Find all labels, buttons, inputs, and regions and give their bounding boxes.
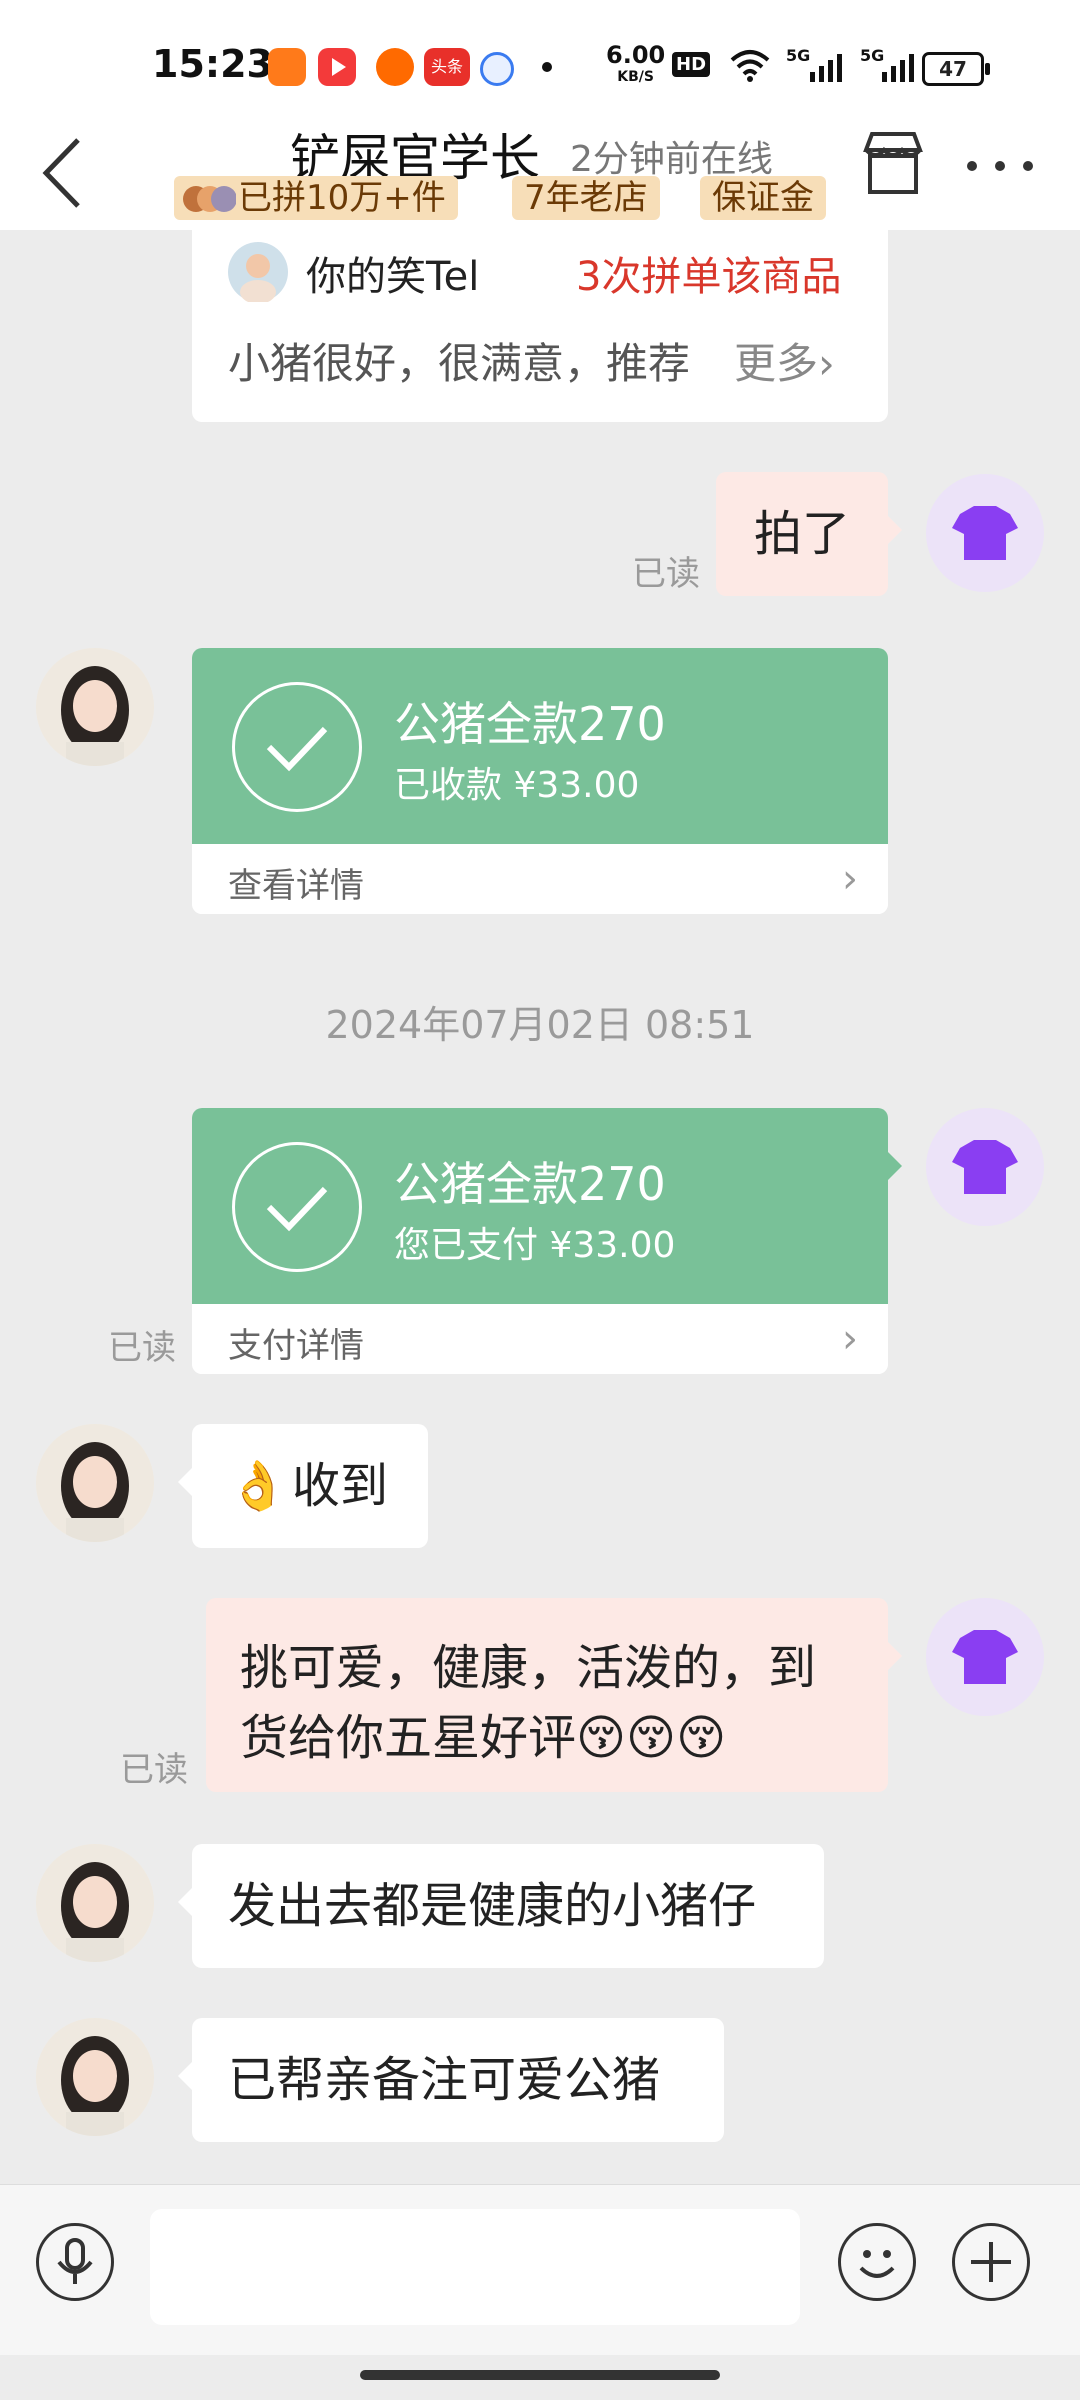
badge-sold-count: 已拼10万+件 xyxy=(174,176,458,220)
message-bubble-seller[interactable]: 发出去都是健康的小猪仔 xyxy=(178,1844,824,1968)
hd-badge: HD xyxy=(672,52,711,77)
review-text: 小猪很好，很满意，推荐 xyxy=(228,339,691,388)
payment-received-header: 公猪全款270 已收款 ¥33.00 xyxy=(192,648,888,844)
seller-avatar[interactable] xyxy=(36,1844,154,1962)
status-time: 15:23 xyxy=(152,42,273,86)
payment-sent-header: 公猪全款270 您已支付 ¥33.00 xyxy=(192,1108,888,1304)
ok-hand-emoji: 👌 xyxy=(228,1458,288,1514)
chevron-left-icon xyxy=(42,138,80,208)
microphone-icon xyxy=(57,2238,93,2284)
payment-sent-card[interactable]: 公猪全款270 您已支付 ¥33.00 支付详情 › xyxy=(192,1108,888,1374)
purchase-count: 3次拼单该商品 xyxy=(576,254,842,300)
payment-title: 公猪全款270 xyxy=(394,697,666,751)
badge-store-age: 7年老店 xyxy=(512,176,660,220)
chevron-right-icon: › xyxy=(842,1316,858,1362)
seller-avatar-image xyxy=(36,2018,154,2136)
payment-received-card[interactable]: 公猪全款270 已收款 ¥33.00 查看详情 › xyxy=(192,648,888,914)
seller-avatar-image xyxy=(36,648,154,766)
view-details-label: 查看详情 xyxy=(228,866,364,906)
message-input[interactable] xyxy=(150,2209,800,2325)
net-speed: 6.00 KB/S xyxy=(606,41,666,88)
online-status: 2分钟前在线 xyxy=(570,139,773,180)
bubble-tail xyxy=(888,1152,902,1180)
chevron-right-icon: › xyxy=(842,856,858,902)
message-text-line2: 货给你五星好评😚😚😚 xyxy=(240,1698,726,1768)
net-speed-value: 6.00 xyxy=(606,41,666,69)
message-bubble-seller[interactable]: 已帮亲备注可爱公猪 xyxy=(178,2018,724,2142)
input-bar xyxy=(0,2184,1080,2355)
review-card[interactable]: 你的笑Tel 3次拼单该商品 小猪很好，很满意，推荐 更多› xyxy=(192,230,888,422)
voice-input-button[interactable] xyxy=(36,2223,114,2301)
message-text: 货给你五星好评 xyxy=(240,1710,577,1766)
tshirt-icon xyxy=(952,1140,1018,1194)
signal-2-icon xyxy=(882,54,914,82)
status-bar: 15:23 头条 6.00 KB/S HD 5G 5G 47 xyxy=(0,0,1080,118)
signal-1-icon xyxy=(810,54,842,82)
chat-header: 铲屎官学长 2分钟前在线 已拼10万+件 7年老店 保证金 xyxy=(0,118,1080,230)
seller-avatar-image xyxy=(36,1424,154,1542)
my-avatar[interactable] xyxy=(926,474,1044,592)
tshirt-icon xyxy=(952,506,1018,560)
kiss-emojis: 😚😚😚 xyxy=(576,1710,727,1766)
plus-icon xyxy=(971,2242,1011,2282)
emoji-button[interactable] xyxy=(838,2223,916,2301)
message-text: 收到 xyxy=(292,1458,389,1514)
more-options-button[interactable] xyxy=(960,146,1040,186)
message-bubble-seller[interactable]: 👌 收到 xyxy=(178,1424,428,1548)
my-avatar[interactable] xyxy=(926,1108,1044,1226)
view-details-link[interactable]: 查看详情 › xyxy=(192,844,888,914)
read-receipt: 已读 xyxy=(632,554,700,594)
toutiao-app-icon: 头条 xyxy=(424,48,470,86)
more-icon xyxy=(967,161,1033,171)
store-icon xyxy=(863,132,923,194)
payment-status: 您已支付 ¥33.00 xyxy=(394,1225,676,1266)
message-text: 拍了 xyxy=(753,506,850,562)
seller-avatar[interactable] xyxy=(36,2018,154,2136)
payment-details-link[interactable]: 支付详情 › xyxy=(192,1304,888,1374)
payment-title: 公猪全款270 xyxy=(394,1157,666,1211)
badge-sold-count-label: 已拼10万+件 xyxy=(238,178,446,218)
seller-avatar-image xyxy=(36,1844,154,1962)
buyer-avatars-icon xyxy=(182,182,237,214)
notification-dot-icon xyxy=(542,62,552,72)
battery-indicator: 47 xyxy=(922,52,990,86)
home-indicator[interactable] xyxy=(360,2370,720,2380)
reviewer-name: 你的笑Tel xyxy=(306,254,480,300)
wifi-icon xyxy=(730,50,770,82)
payment-status: 已收款 ¥33.00 xyxy=(394,765,640,806)
shop-button[interactable] xyxy=(858,128,928,198)
chevron-right-icon: › xyxy=(818,339,835,388)
review-more-label: 更多 xyxy=(734,339,819,388)
my-avatar[interactable] xyxy=(926,1598,1044,1716)
check-circle-icon xyxy=(232,1142,362,1272)
tshirt-icon xyxy=(952,1630,1018,1684)
message-text: 已帮亲备注可爱公猪 xyxy=(228,2052,661,2108)
payment-details-label: 支付详情 xyxy=(228,1326,364,1366)
message-bubble-mine[interactable]: 拍了 xyxy=(716,472,902,596)
net-speed-unit: KB/S xyxy=(617,69,654,85)
more-actions-button[interactable] xyxy=(952,2223,1030,2301)
check-circle-icon xyxy=(232,682,362,812)
seller-avatar[interactable] xyxy=(36,1424,154,1542)
reviewer-avatar xyxy=(228,242,288,304)
signal-1-label: 5G xyxy=(786,46,811,65)
seller-avatar[interactable] xyxy=(36,648,154,766)
message-text: 发出去都是健康的小猪仔 xyxy=(228,1878,757,1934)
browser-app-icon xyxy=(480,52,514,86)
read-receipt: 已读 xyxy=(120,1750,188,1790)
smiley-icon xyxy=(859,2250,895,2278)
read-receipt: 已读 xyxy=(108,1328,176,1368)
video-app-icon xyxy=(318,48,356,86)
chat-timestamp: 2024年07月02日 08:51 xyxy=(325,1003,755,1047)
message-text-line1: 挑可爱，健康，活泼的，到 xyxy=(240,1640,817,1696)
back-button[interactable] xyxy=(30,128,100,218)
badge-deposit: 保证金 xyxy=(700,176,826,220)
toutiao-app-label: 头条 xyxy=(430,57,463,76)
kuaishou-app-icon xyxy=(268,48,306,86)
message-bubble-mine[interactable]: 挑可爱，健康，活泼的，到 货给你五星好评😚😚😚 xyxy=(206,1598,902,1792)
review-more-link[interactable]: 更多› xyxy=(734,330,835,391)
weibo-app-icon xyxy=(376,48,414,86)
